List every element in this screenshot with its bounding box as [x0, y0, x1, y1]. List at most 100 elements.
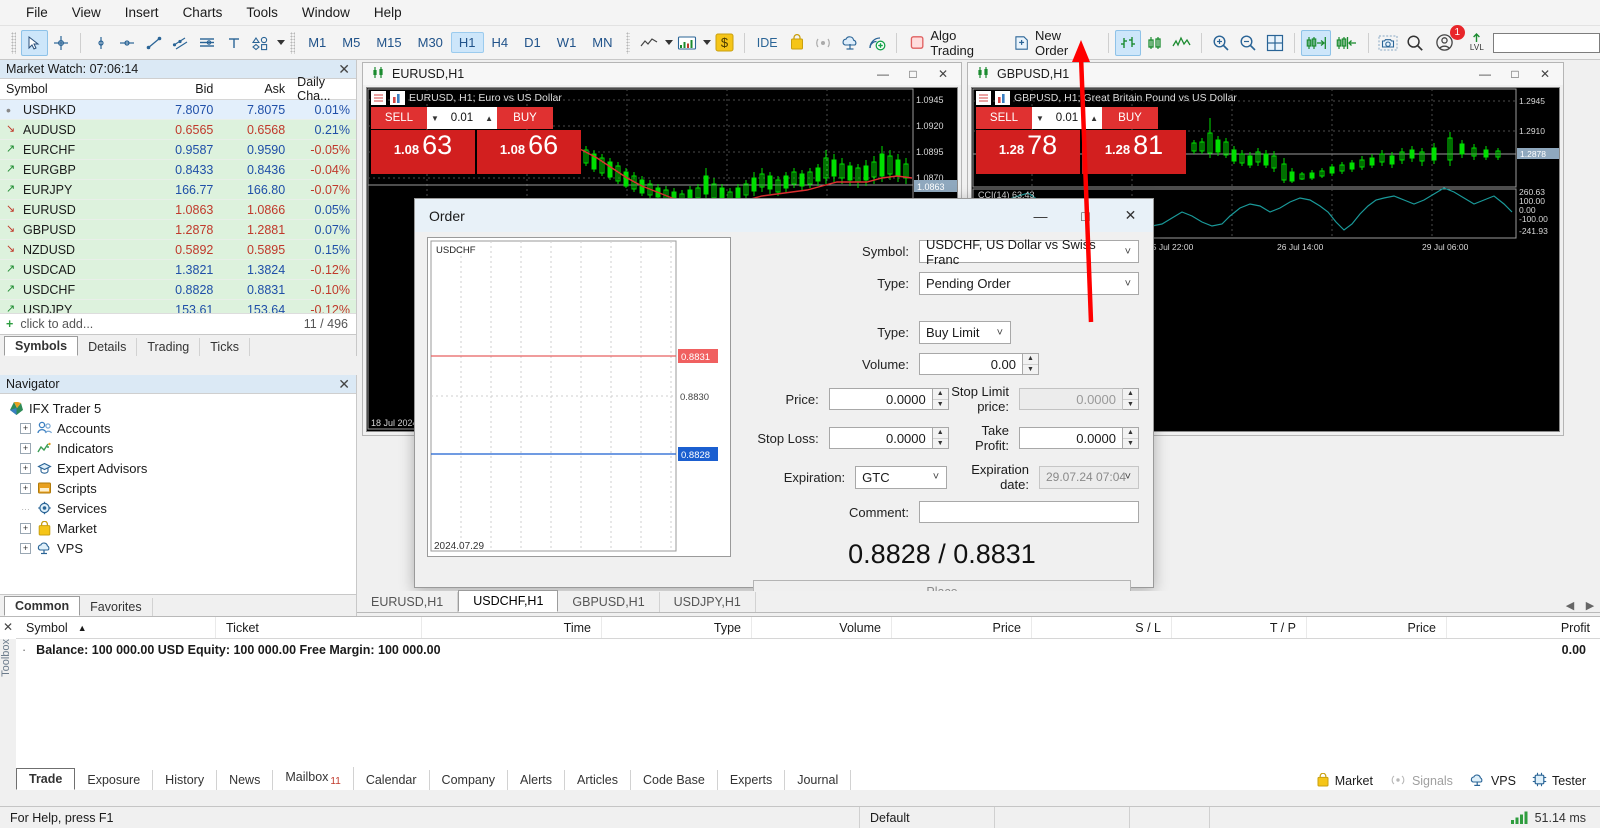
- order-volume-input[interactable]: 0.00: [919, 353, 1023, 375]
- toolbox-tab-exposure[interactable]: Exposure: [75, 770, 154, 790]
- chevron-down-icon-expiration-date[interactable]: ˅: [1125, 471, 1131, 483]
- data-window-icon-eurusd[interactable]: [371, 91, 386, 105]
- volume-input-eurusd[interactable]: ▼ 0.01 ▲: [427, 107, 497, 129]
- order-expiration-date-select[interactable]: 29.07.24 07:04 ˅: [1039, 465, 1139, 489]
- toolbar-grip-3[interactable]: [625, 31, 631, 54]
- signals-icon[interactable]: [810, 30, 837, 56]
- currency-icon[interactable]: $: [711, 30, 738, 56]
- toolbox-tab-trade[interactable]: Trade: [16, 768, 76, 790]
- tab-details[interactable]: Details: [78, 338, 138, 356]
- spin-up-icon-volume[interactable]: ▲: [1023, 354, 1038, 364]
- toolbox-tab-calendar[interactable]: Calendar: [354, 770, 430, 790]
- timeframe-m5[interactable]: M5: [334, 32, 368, 53]
- algo-trading-button[interactable]: Algo Trading: [903, 25, 1007, 61]
- fibonacci-icon[interactable]: [194, 30, 221, 56]
- close-icon-navigator[interactable]: ✕: [338, 376, 350, 393]
- close-icon-eurusd[interactable]: ✕: [929, 64, 957, 84]
- channel-icon[interactable]: [167, 30, 194, 56]
- toolbox-tab-experts[interactable]: Experts: [718, 770, 786, 790]
- line-chart-icon[interactable]: [635, 30, 663, 56]
- market-watch-row[interactable]: ↘ NZDUSD 0.5892 0.5895 0.15%: [0, 240, 356, 260]
- order-type-select[interactable]: Pending Order ˅: [919, 272, 1139, 295]
- tab-favorites[interactable]: Favorites: [80, 598, 153, 616]
- scroll-end-icon[interactable]: [1300, 29, 1332, 56]
- spin-up-icon-stop-limit[interactable]: ▲: [1123, 389, 1138, 399]
- sell-price-gbpusd[interactable]: 1.28 78: [976, 130, 1080, 174]
- bar-chart-icon[interactable]: [1114, 29, 1142, 56]
- toolbox-link-vps[interactable]: VPS: [1469, 773, 1516, 790]
- maximize-icon-order-dialog[interactable]: □: [1063, 200, 1108, 232]
- column-header-sl[interactable]: S / L: [1032, 617, 1172, 638]
- zoom-in-icon[interactable]: [1208, 30, 1235, 56]
- expand-icon[interactable]: +: [20, 442, 31, 454]
- order-price-spin[interactable]: ▲ ▼: [932, 388, 949, 410]
- spin-up-icon-stop-loss[interactable]: ▲: [933, 428, 948, 438]
- order-dialog[interactable]: Order — □ ✕ USDCHF 0.8831 0.8830 0.8828 …: [414, 198, 1154, 604]
- chevron-down-icon-type[interactable]: ˅: [1125, 278, 1131, 290]
- column-header-price2[interactable]: Price: [1307, 617, 1447, 638]
- order-stop-limit-spin[interactable]: ▲ ▼: [1123, 388, 1139, 410]
- spin-up-icon-take-profit[interactable]: ▲: [1123, 428, 1138, 438]
- timeframe-w1[interactable]: W1: [549, 32, 585, 53]
- order-take-profit-spin[interactable]: ▲ ▼: [1123, 427, 1139, 449]
- close-icon-gbpusd[interactable]: ✕: [1531, 64, 1559, 84]
- lvl-button[interactable]: LVL: [1461, 30, 1493, 56]
- volume-up-icon-eurusd[interactable]: ▲: [485, 114, 493, 123]
- column-header-tp[interactable]: T / P: [1172, 617, 1307, 638]
- order-stop-loss-stepper[interactable]: 0.0000 ▲ ▼: [828, 427, 949, 449]
- toolbox-tab-news[interactable]: News: [217, 770, 274, 790]
- vertical-line-icon[interactable]: [87, 30, 114, 56]
- crosshair-icon[interactable]: [48, 30, 75, 56]
- chart-tab-eurusd[interactable]: EURUSD,H1: [357, 592, 459, 612]
- menu-item-insert[interactable]: Insert: [113, 2, 171, 23]
- status-profile[interactable]: Default: [860, 806, 995, 828]
- buy-price-gbpusd[interactable]: 1.28 81: [1082, 130, 1186, 174]
- chevron-down-icon-symbol[interactable]: ˅: [1125, 246, 1131, 258]
- close-icon-order-dialog[interactable]: ✕: [1108, 200, 1153, 232]
- expand-icon[interactable]: +: [20, 462, 31, 474]
- order-dialog-title-bar[interactable]: Order — □ ✕: [415, 199, 1153, 232]
- toolbox-balance-row[interactable]: · Balance: 100 000.00 USD Equity: 100 00…: [0, 639, 1600, 661]
- volume-up-icon-gbpusd[interactable]: ▲: [1090, 114, 1098, 123]
- column-header-type[interactable]: Type: [602, 617, 752, 638]
- expand-icon[interactable]: +: [20, 422, 31, 434]
- notifications-button[interactable]: 1: [1428, 24, 1465, 56]
- order-stop-limit-input[interactable]: 0.0000: [1019, 388, 1123, 410]
- navigator-item-market[interactable]: + Market: [8, 518, 356, 538]
- column-header-time[interactable]: Time: [422, 617, 602, 638]
- chevron-down-icon-2[interactable]: [665, 40, 674, 45]
- ide-button[interactable]: IDE: [751, 30, 783, 56]
- chart-thumb-icon-eurusd[interactable]: [390, 91, 405, 105]
- navigator-item-services[interactable]: … Services: [8, 498, 356, 518]
- volume-input-gbpusd[interactable]: ▼ 0.01 ▲: [1032, 107, 1102, 129]
- order-take-profit-stepper[interactable]: 0.0000 ▲ ▼: [1019, 427, 1139, 449]
- chart-tab-usdchf[interactable]: USDCHF,H1: [458, 590, 559, 612]
- market-watch-row[interactable]: ↗ USDJPY 153.61 153.64 -0.12%: [0, 300, 356, 313]
- trendline-icon[interactable]: [141, 30, 168, 56]
- order-take-profit-input[interactable]: 0.0000: [1019, 427, 1123, 449]
- menu-item-tools[interactable]: Tools: [234, 2, 290, 23]
- market-watch-row[interactable]: • USDHKD 7.8070 7.8075 0.01%: [0, 100, 356, 120]
- navigator-item-accounts[interactable]: + Accounts: [8, 418, 356, 438]
- toolbox-tab-articles[interactable]: Articles: [565, 770, 631, 790]
- tab-trading[interactable]: Trading: [137, 338, 201, 356]
- order-price-stepper[interactable]: 0.0000 ▲ ▼: [828, 388, 949, 410]
- navigator-item-scripts[interactable]: + Scripts: [8, 478, 356, 498]
- buy-price-eurusd[interactable]: 1.08 66: [477, 130, 581, 174]
- chevron-down-icon-subtype[interactable]: ˅: [997, 327, 1003, 339]
- sell-button-eurusd[interactable]: SELL: [371, 107, 427, 129]
- column-header-bid[interactable]: Bid: [146, 79, 220, 99]
- status-connection[interactable]: 51.14 ms: [1510, 811, 1600, 825]
- buy-button-gbpusd[interactable]: BUY: [1102, 107, 1158, 129]
- text-tool-icon[interactable]: [221, 30, 248, 56]
- cursor-icon[interactable]: [20, 29, 48, 56]
- toolbox-link-tester[interactable]: Tester: [1532, 772, 1586, 790]
- menu-item-charts[interactable]: Charts: [171, 2, 235, 23]
- column-header-daily-change[interactable]: Daily Cha...: [291, 75, 356, 103]
- sell-button-gbpusd[interactable]: SELL: [976, 107, 1032, 129]
- order-volume-spin[interactable]: ▲ ▼: [1023, 353, 1039, 375]
- timeframe-m1[interactable]: M1: [300, 32, 334, 53]
- order-expiration-select[interactable]: GTC ˅: [855, 465, 948, 489]
- chart-tab-gbpusd[interactable]: GBPUSD,H1: [558, 592, 660, 612]
- spin-down-icon-take-profit[interactable]: ▼: [1123, 437, 1138, 449]
